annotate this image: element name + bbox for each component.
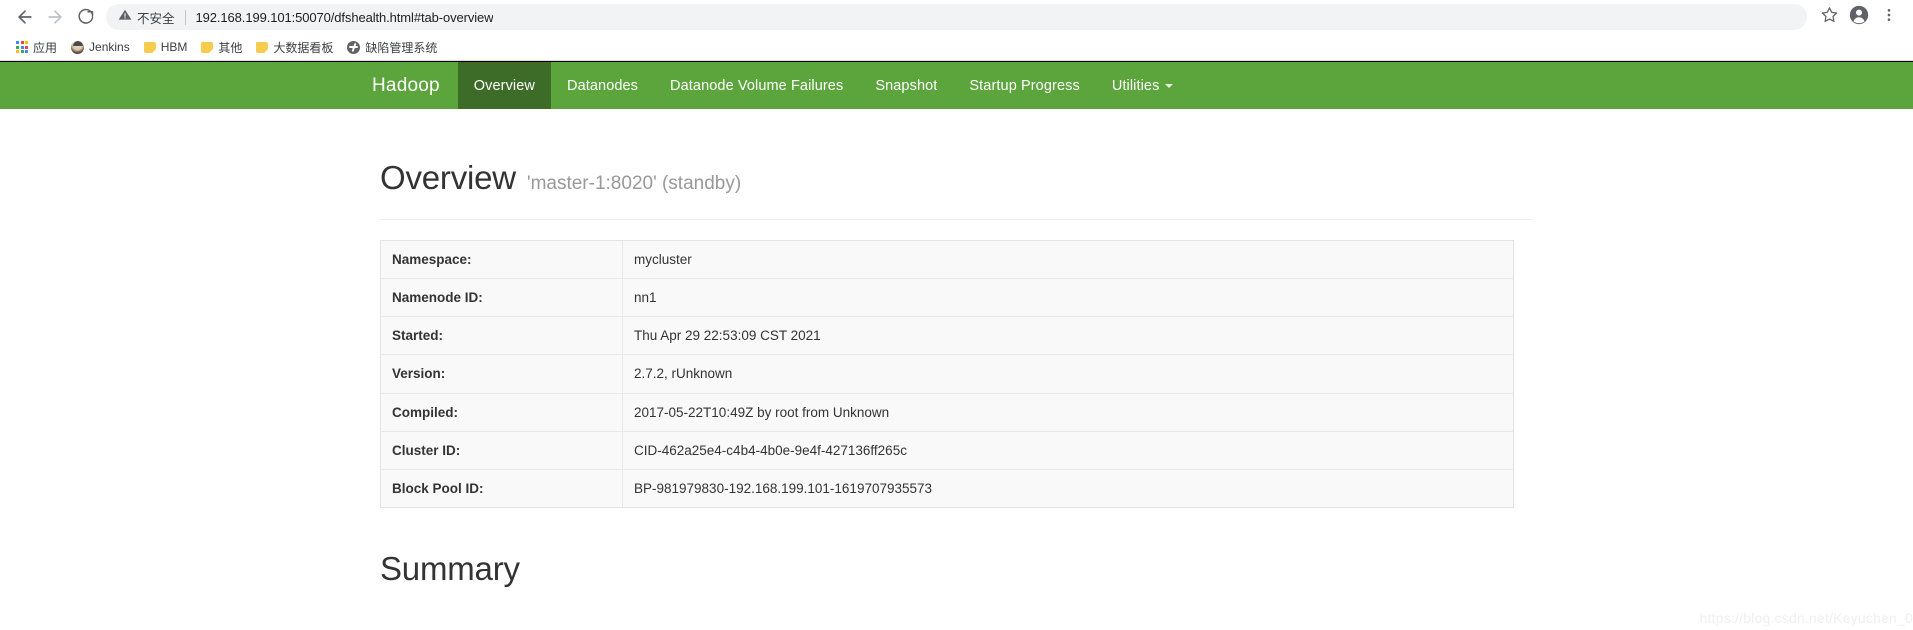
nav-tab-datanode-volume-failures[interactable]: Datanode Volume Failures (654, 62, 859, 109)
nav-tab-datanodes[interactable]: Datanodes (551, 62, 654, 109)
nav-tab-label: Utilities (1111, 77, 1160, 94)
hadoop-navbar: Hadoop Overview Datanodes Datanode Volum… (0, 61, 1913, 109)
navbar-inner: Hadoop Overview Datanodes Datanode Volum… (372, 62, 1189, 109)
table-row: Started: Thu Apr 29 22:53:09 CST 2021 (380, 316, 1514, 355)
back-arrow-icon (15, 7, 35, 27)
page-title: Overview 'master-1:8020' (standby) (380, 159, 1533, 197)
page-content: Hadoop Overview Datanodes Datanode Volum… (0, 61, 1913, 630)
bookmark-label: 其他 (218, 40, 243, 55)
folder-icon (256, 41, 269, 53)
table-row: Namenode ID: nn1 (380, 278, 1514, 317)
content-container: Overview 'master-1:8020' (standby) Names… (0, 109, 1913, 588)
bookmark-label: HBM (160, 40, 188, 54)
folder-icon (143, 41, 156, 53)
browser-chrome: 不安全 192.168.199.101:50070/dfshealth.html… (0, 0, 1913, 61)
bookmark-defect-system[interactable]: 缺陷管理系统 (340, 37, 444, 58)
page-title-sub: 'master-1:8020' (standby) (526, 173, 742, 194)
table-row: Compiled: 2017-05-22T10:49Z by root from… (380, 392, 1514, 432)
row-value: nn1 (622, 278, 1514, 317)
bookmark-hbm[interactable]: HBM (137, 38, 195, 56)
nav-tab-utilities[interactable]: Utilities (1096, 62, 1190, 109)
star-icon (1821, 6, 1838, 28)
bookmark-apps[interactable]: 应用 (9, 37, 64, 58)
jenkins-icon (71, 40, 85, 54)
bookmark-label: 应用 (33, 40, 58, 55)
omnibox-divider (184, 9, 186, 25)
three-dot-menu-icon (1881, 7, 1897, 28)
bookmark-label: 大数据看板 (273, 40, 334, 55)
address-bar[interactable]: 不安全 192.168.199.101:50070/dfshealth.html… (106, 4, 1807, 30)
table-row: Cluster ID: CID-462a25e4-c4b4-4b0e-9e4f-… (380, 430, 1514, 470)
profile-avatar-icon (1849, 5, 1869, 30)
reload-icon (76, 8, 94, 26)
forward-button[interactable] (40, 2, 70, 32)
chrome-menu-button[interactable] (1875, 3, 1903, 31)
profile-button[interactable] (1845, 3, 1873, 31)
security-label: 不安全 (137, 11, 175, 26)
row-value: 2.7.2, rUnknown (622, 354, 1514, 394)
row-key: Started: (380, 316, 623, 355)
url-input[interactable]: 192.168.199.101:50070/dfshealth.html#tab… (196, 10, 494, 25)
nav-tab-overview[interactable]: Overview (457, 62, 551, 109)
row-key: Namenode ID: (380, 278, 623, 317)
security-indicator[interactable]: 不安全 (118, 8, 175, 27)
watermark-text: https://blog.csdn.net/Keyuchen_01 (1699, 610, 1913, 626)
row-key: Version: (380, 354, 623, 394)
nav-tab-label: Startup Progress (969, 77, 1080, 94)
bookmark-label: 缺陷管理系统 (365, 40, 438, 55)
summary-heading: Summary (380, 550, 520, 588)
nav-tab-startup-progress[interactable]: Startup Progress (953, 62, 1095, 109)
row-key: Compiled: (380, 392, 623, 432)
row-key: Block Pool ID: (380, 468, 623, 508)
reload-button[interactable] (70, 2, 100, 32)
row-key: Namespace: (380, 240, 623, 279)
table-row: Block Pool ID: BP-981979830-192.168.199.… (380, 468, 1514, 508)
row-value: CID-462a25e4-c4b4-4b0e-9e4f-427136ff265c (622, 430, 1514, 470)
nav-tab-label: Overview (473, 77, 535, 94)
row-value: Thu Apr 29 22:53:09 CST 2021 (622, 316, 1514, 355)
hadoop-brand[interactable]: Hadoop (372, 62, 458, 109)
bookmark-bigdata-board[interactable]: 大数据看板 (249, 37, 340, 58)
nav-tab-snapshot[interactable]: Snapshot (859, 62, 953, 109)
table-row: Namespace: mycluster (380, 240, 1514, 279)
nav-tab-label: Snapshot (875, 77, 938, 94)
back-button[interactable] (10, 2, 40, 32)
toolbar-right-group (1815, 3, 1903, 31)
bookmark-star-button[interactable] (1815, 3, 1843, 31)
bookmarks-bar: 应用 Jenkins HBM 其他 大数据看板 缺陷管理系统 (0, 34, 1913, 60)
bookmark-label: Jenkins (89, 40, 130, 54)
browser-toolbar: 不安全 192.168.199.101:50070/dfshealth.html… (0, 0, 1913, 34)
row-key: Cluster ID: (380, 430, 623, 470)
bookmark-jenkins[interactable]: Jenkins (64, 38, 137, 56)
nav-tab-label: Datanode Volume Failures (670, 77, 844, 94)
page-title-main: Overview (380, 159, 516, 196)
bookmark-other[interactable]: 其他 (194, 37, 249, 58)
table-row: Version: 2.7.2, rUnknown (380, 354, 1514, 394)
row-value: mycluster (634, 251, 692, 267)
apps-grid-icon (16, 41, 28, 53)
overview-info-table: Namespace: mycluster Namenode ID: nn1 St… (380, 239, 1514, 509)
row-value: BP-981979830-192.168.199.101-16197079355… (622, 468, 1514, 508)
folder-icon (201, 41, 214, 53)
warning-triangle-icon (118, 8, 132, 27)
row-value: 2017-05-22T10:49Z by root from Unknown (622, 392, 1514, 432)
nav-tab-label: Datanodes (567, 77, 639, 94)
chevron-down-icon (1165, 83, 1174, 88)
globe-icon (347, 40, 361, 54)
forward-arrow-icon (45, 7, 65, 27)
title-divider (380, 218, 1533, 220)
